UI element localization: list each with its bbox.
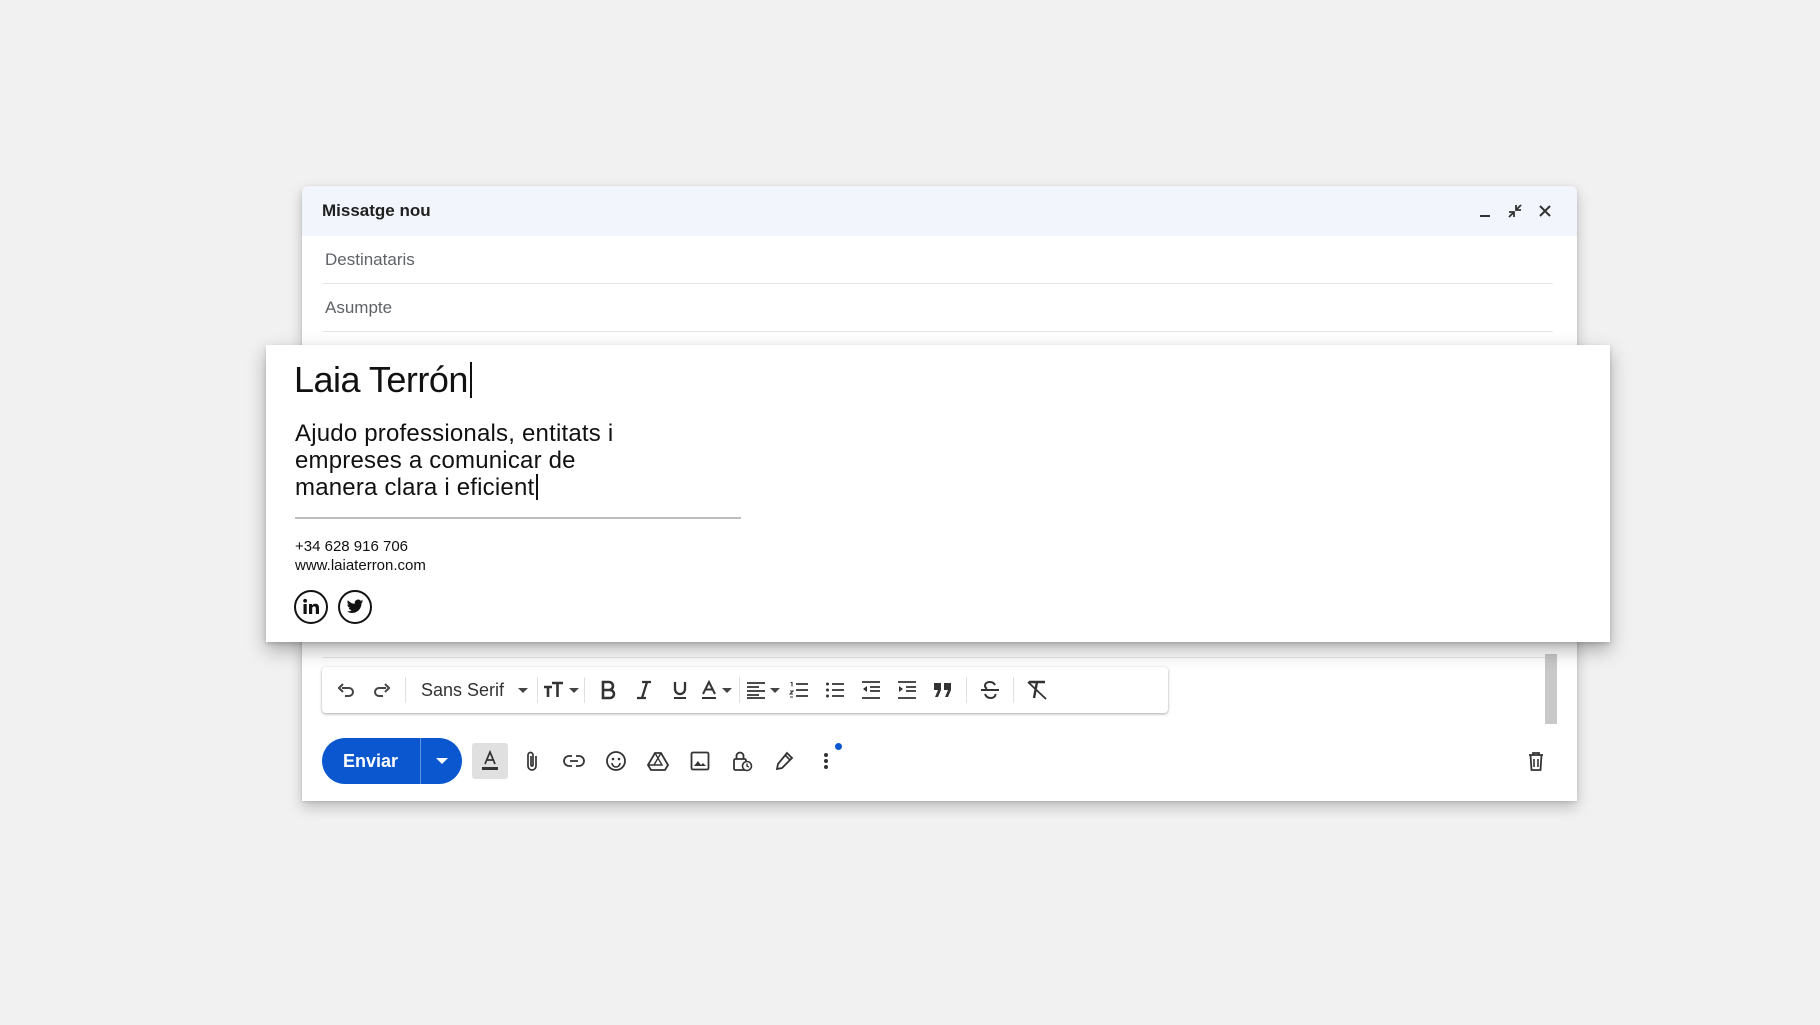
send-button[interactable]: Enviar bbox=[322, 738, 420, 784]
email-signature[interactable]: Laia Terrón Ajudo professionals, entitat… bbox=[266, 345, 1610, 642]
chevron-down-icon bbox=[569, 687, 580, 693]
tagline-line: manera clara i eficient bbox=[295, 474, 735, 501]
quote-icon[interactable] bbox=[925, 672, 961, 708]
bold-icon[interactable] bbox=[590, 672, 626, 708]
signature-icon[interactable] bbox=[766, 743, 802, 779]
formatting-options-icon[interactable] bbox=[472, 743, 509, 779]
chevron-down-icon bbox=[504, 687, 529, 693]
compose-header: Missatge nou bbox=[302, 186, 1577, 236]
recipients-input[interactable] bbox=[323, 248, 1553, 271]
chevron-down-icon bbox=[722, 687, 733, 693]
signature-name-text: Laia Terrón bbox=[294, 359, 468, 400]
window-controls bbox=[1473, 199, 1557, 223]
subject-field[interactable] bbox=[323, 284, 1553, 332]
undo-icon[interactable] bbox=[328, 672, 364, 708]
text-color-icon[interactable] bbox=[698, 672, 734, 708]
signature-website[interactable]: www.laiaterron.com bbox=[295, 557, 426, 574]
redo-icon[interactable] bbox=[364, 672, 400, 708]
signature-phone: +34 628 916 706 bbox=[295, 538, 409, 555]
tagline-line-text: manera clara i eficient bbox=[295, 474, 535, 501]
signature-divider bbox=[295, 517, 741, 519]
toolbar-separator bbox=[537, 677, 539, 703]
underline-icon[interactable] bbox=[662, 672, 698, 708]
toolbar-separator bbox=[739, 677, 741, 703]
compose-footer: Enviar bbox=[322, 737, 1554, 785]
linkedin-icon[interactable] bbox=[294, 590, 328, 624]
scrollbar[interactable] bbox=[1545, 654, 1557, 724]
link-icon[interactable] bbox=[556, 743, 592, 779]
strikethrough-icon[interactable] bbox=[972, 672, 1008, 708]
minimize-icon[interactable] bbox=[1473, 199, 1497, 223]
chevron-down-icon bbox=[770, 687, 781, 693]
numbered-list-icon[interactable] bbox=[781, 672, 817, 708]
twitter-icon[interactable] bbox=[338, 590, 372, 624]
recipients-field[interactable] bbox=[323, 236, 1553, 284]
chevron-down-icon bbox=[435, 758, 448, 764]
toolbar-separator bbox=[1013, 677, 1015, 703]
indent-less-icon[interactable] bbox=[853, 672, 889, 708]
photo-icon[interactable] bbox=[682, 743, 718, 779]
text-cursor bbox=[469, 362, 472, 398]
subject-input[interactable] bbox=[323, 296, 1553, 319]
notification-dot bbox=[835, 743, 843, 750]
align-icon[interactable] bbox=[745, 672, 781, 708]
more-options-icon[interactable] bbox=[808, 743, 844, 779]
schedule-send-dropdown[interactable] bbox=[420, 738, 462, 784]
toolbar-separator bbox=[966, 677, 968, 703]
font-family-select[interactable]: Sans Serif bbox=[411, 672, 532, 708]
toolbar-separator bbox=[405, 677, 406, 703]
delete-icon[interactable] bbox=[1518, 743, 1554, 779]
font-family-label: Sans Serif bbox=[421, 679, 505, 700]
tagline-line: Ajudo professionals, entitats i bbox=[295, 420, 614, 447]
message-body-divider bbox=[322, 656, 1557, 658]
compose-title: Missatge nou bbox=[322, 201, 431, 220]
toolbar-separator bbox=[584, 677, 586, 703]
font-size-icon[interactable] bbox=[543, 672, 580, 708]
close-icon[interactable] bbox=[1533, 199, 1557, 223]
send-button-group: Enviar bbox=[322, 738, 463, 784]
italic-icon[interactable] bbox=[626, 672, 662, 708]
confidential-icon[interactable] bbox=[724, 743, 760, 779]
indent-more-icon[interactable] bbox=[889, 672, 925, 708]
text-cursor bbox=[536, 474, 538, 500]
bulleted-list-icon[interactable] bbox=[817, 672, 853, 708]
exit-fullscreen-icon[interactable] bbox=[1503, 199, 1527, 223]
tagline-line: empreses a comunicar de bbox=[295, 447, 576, 474]
formatting-toolbar: Sans Serif bbox=[322, 667, 1168, 713]
attach-icon[interactable] bbox=[514, 743, 550, 779]
signature-tagline: Ajudo professionals, entitats i empreses… bbox=[295, 420, 735, 501]
remove-formatting-icon[interactable] bbox=[1019, 672, 1055, 708]
drive-icon[interactable] bbox=[640, 743, 676, 779]
signature-name: Laia Terrón bbox=[294, 359, 472, 401]
emoji-icon[interactable] bbox=[598, 743, 634, 779]
